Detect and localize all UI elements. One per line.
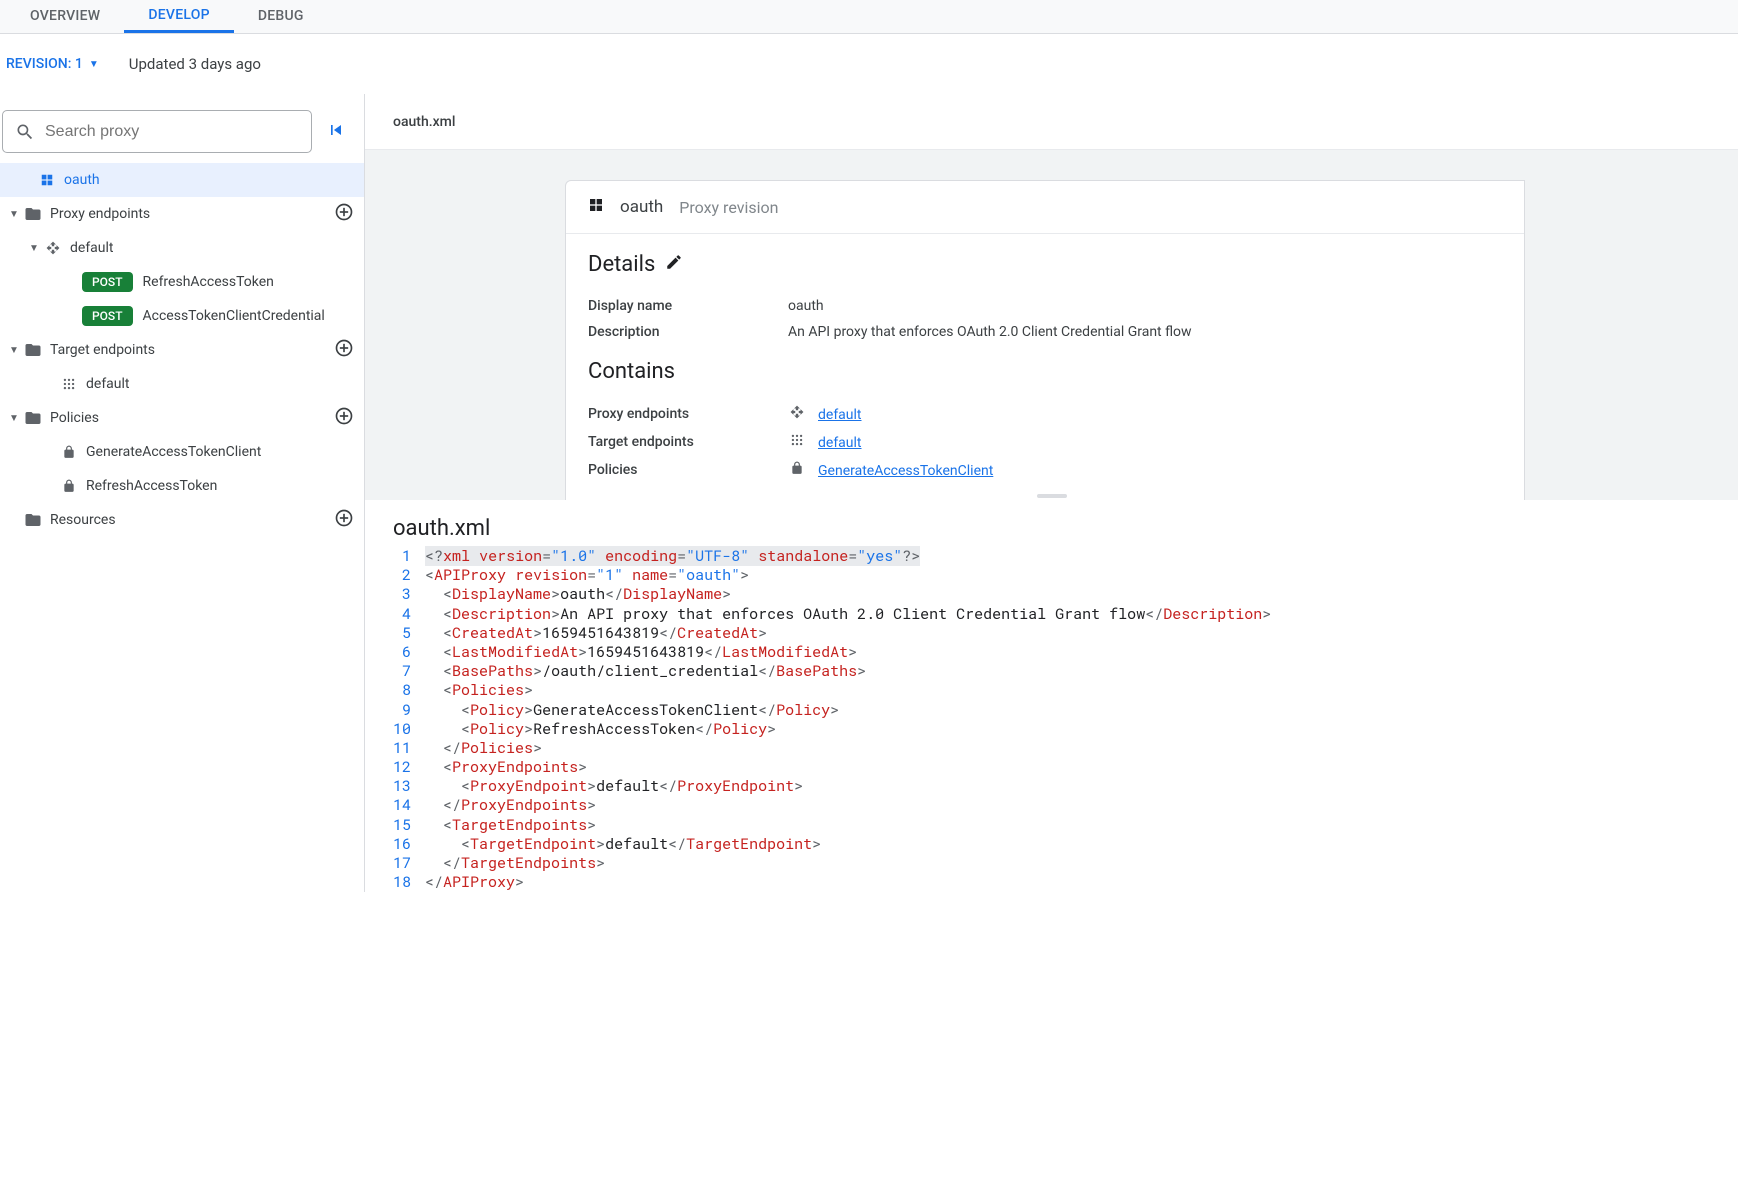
- tree-label: Proxy endpoints: [50, 206, 334, 222]
- tab-develop[interactable]: DEVELOP: [124, 0, 233, 33]
- search-input[interactable]: [45, 123, 299, 141]
- tree-policy-item[interactable]: RefreshAccessToken: [0, 469, 364, 503]
- method-badge: POST: [82, 306, 133, 326]
- folder-icon: [24, 409, 42, 427]
- tab-bar: OVERVIEW DEVELOP DEBUG: [0, 0, 1738, 34]
- tree-pe-default[interactable]: ▼ default: [0, 231, 364, 265]
- chevron-down-icon: ▼: [4, 345, 24, 356]
- target-ep-link[interactable]: default: [818, 435, 862, 451]
- tree-label: RefreshAccessToken: [86, 478, 354, 494]
- add-button[interactable]: [334, 202, 354, 226]
- lock-icon: [60, 443, 78, 461]
- tree-target-endpoints[interactable]: ▼ Target endpoints: [0, 333, 364, 367]
- folder-icon: [24, 511, 42, 529]
- move-icon: [788, 405, 806, 419]
- chevron-down-icon: ▼: [24, 243, 44, 254]
- details-heading: Details: [588, 252, 655, 277]
- display-name-value: oauth: [788, 298, 824, 314]
- tree-label: AccessTokenClientCredential: [143, 308, 354, 324]
- lock-icon: [788, 461, 806, 475]
- policies-label: Policies: [588, 462, 788, 478]
- resize-handle[interactable]: [1037, 494, 1067, 498]
- tree-label: Resources: [50, 512, 334, 528]
- contains-heading: Contains: [588, 359, 675, 384]
- code-content: <?xml version="1.0" encoding="UTF-8" sta…: [425, 547, 1271, 892]
- apps-icon: [60, 375, 78, 393]
- code-editor[interactable]: 123456789101112131415161718 <?xml versio…: [365, 547, 1738, 892]
- folder-icon: [24, 341, 42, 359]
- collapse-icon: [326, 120, 346, 140]
- policies-link[interactable]: GenerateAccessTokenClient: [818, 463, 993, 479]
- proxy-tree: oauth ▼ Proxy endpoints ▼ default POST R…: [0, 163, 364, 537]
- revision-dropdown[interactable]: REVISION: 1 ▼: [6, 56, 99, 72]
- tree-policy-item[interactable]: GenerateAccessTokenClient: [0, 435, 364, 469]
- tree-root[interactable]: oauth: [0, 163, 364, 197]
- tab-debug[interactable]: DEBUG: [234, 0, 328, 33]
- grid-icon: [38, 171, 56, 189]
- tab-overview[interactable]: OVERVIEW: [6, 0, 124, 33]
- code-title: oauth.xml: [365, 500, 1738, 547]
- proxy-ep-label: Proxy endpoints: [588, 406, 788, 422]
- method-badge: POST: [82, 272, 133, 292]
- card-subtitle: Proxy revision: [679, 198, 778, 217]
- target-ep-label: Target endpoints: [588, 434, 788, 450]
- tree-resources[interactable]: ▼ Resources: [0, 503, 364, 537]
- proxy-ep-link[interactable]: default: [818, 407, 862, 423]
- lock-icon: [60, 477, 78, 495]
- tree-label: Target endpoints: [50, 342, 334, 358]
- search-box[interactable]: [2, 110, 312, 153]
- file-tab[interactable]: oauth.xml: [365, 94, 1738, 150]
- line-gutter: 123456789101112131415161718: [393, 547, 425, 892]
- move-icon: [44, 239, 62, 257]
- display-name-label: Display name: [588, 298, 788, 314]
- tree-root-label: oauth: [64, 172, 354, 188]
- main-panel: oauth.xml oauth Proxy revision Details D…: [365, 94, 1738, 892]
- details-card: oauth Proxy revision Details Display nam…: [565, 180, 1525, 500]
- tree-label: default: [70, 240, 354, 256]
- tree-label: Policies: [50, 410, 334, 426]
- chevron-down-icon: ▼: [4, 413, 24, 424]
- add-button[interactable]: [334, 508, 354, 532]
- add-button[interactable]: [334, 406, 354, 430]
- tree-flow-row[interactable]: POST AccessTokenClientCredential: [0, 299, 364, 333]
- add-button[interactable]: [334, 338, 354, 362]
- description-label: Description: [588, 324, 788, 340]
- sidebar: oauth ▼ Proxy endpoints ▼ default POST R…: [0, 94, 365, 892]
- search-icon: [15, 122, 35, 142]
- apps-icon: [788, 433, 806, 447]
- revision-bar: REVISION: 1 ▼ Updated 3 days ago: [0, 34, 1738, 94]
- chevron-down-icon: ▼: [89, 59, 99, 70]
- description-value: An API proxy that enforces OAuth 2.0 Cli…: [788, 324, 1192, 340]
- tree-proxy-endpoints[interactable]: ▼ Proxy endpoints: [0, 197, 364, 231]
- collapse-sidebar-button[interactable]: [322, 116, 350, 148]
- tree-label: GenerateAccessTokenClient: [86, 444, 354, 460]
- updated-text: Updated 3 days ago: [129, 55, 261, 73]
- edit-button[interactable]: [665, 252, 683, 277]
- tree-label: RefreshAccessToken: [143, 274, 354, 290]
- tree-flow-row[interactable]: POST RefreshAccessToken: [0, 265, 364, 299]
- overview-canvas: oauth Proxy revision Details Display nam…: [365, 150, 1738, 500]
- tree-policies[interactable]: ▼ Policies: [0, 401, 364, 435]
- grid-icon: [588, 197, 604, 217]
- card-title: oauth: [620, 197, 663, 217]
- revision-label: REVISION: 1: [6, 56, 83, 72]
- tree-te-default[interactable]: default: [0, 367, 364, 401]
- tree-label: default: [86, 376, 354, 392]
- folder-icon: [24, 205, 42, 223]
- chevron-down-icon: ▼: [4, 209, 24, 220]
